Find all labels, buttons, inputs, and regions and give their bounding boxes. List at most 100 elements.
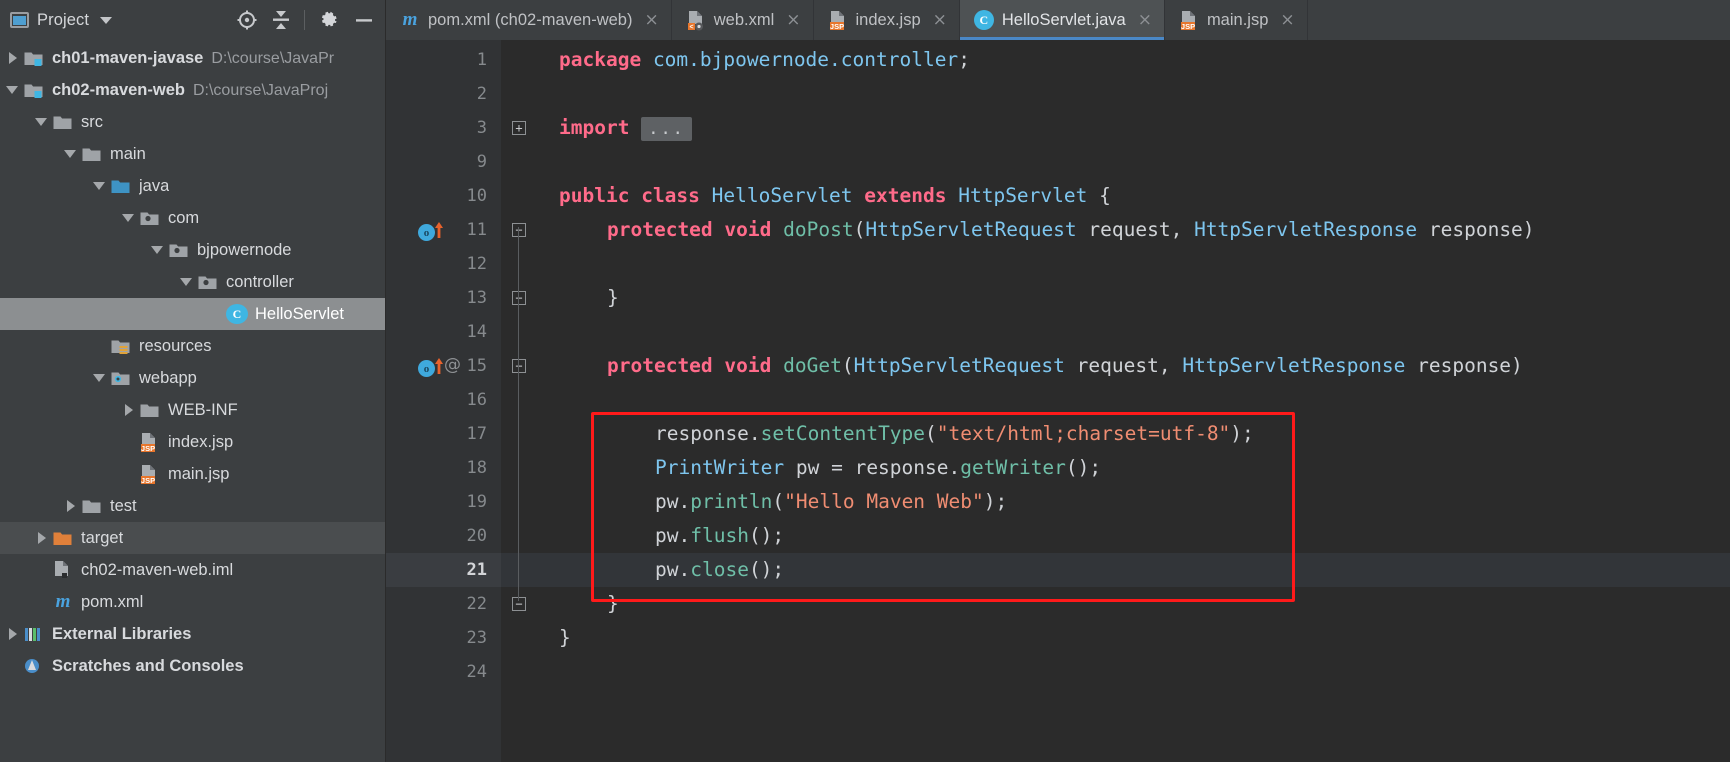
project-tree[interactable]: ch01-maven-javase D:\course\JavaPr ch02-ma… [0, 40, 386, 762]
fold-collapse-dopost-end-icon[interactable]: − [512, 291, 526, 305]
code-token: package [559, 48, 642, 71]
editor-code-area[interactable]: package com.bjpowernode.controller; impor… [537, 40, 1730, 762]
close-icon[interactable]: × [786, 11, 800, 29]
code-line[interactable]: pw.flush(); [537, 519, 1730, 553]
fold-collapse-doget-end-icon[interactable]: − [512, 597, 526, 611]
collapse-all-icon[interactable] [271, 9, 291, 31]
tree-item-web-inf[interactable]: WEB-INF [0, 394, 385, 426]
code-line[interactable]: } [537, 281, 1730, 315]
code-line[interactable]: } [537, 587, 1730, 621]
close-icon[interactable]: × [933, 11, 947, 29]
tree-item-label: java [139, 176, 170, 195]
chevron-open-icon[interactable] [64, 147, 78, 161]
locate-file-icon[interactable] [236, 9, 258, 31]
chevron-closed-icon[interactable] [6, 627, 20, 641]
fold-collapse-doget-icon[interactable]: − [512, 359, 526, 373]
code-line[interactable]: public class HelloServlet extends HttpSe… [537, 179, 1730, 213]
tree-item-test[interactable]: test [0, 490, 385, 522]
code-token: extends [864, 184, 947, 207]
chevron-open-icon[interactable] [35, 115, 49, 129]
tree-item-bjpowernode[interactable]: bjpowernode [0, 234, 385, 266]
line-number: 23 [466, 628, 487, 648]
tree-item-webapp[interactable]: webapp [0, 362, 385, 394]
project-panel-title-group[interactable]: Project [10, 11, 113, 30]
minimize-icon[interactable] [353, 9, 375, 31]
tree-item-pom-xml[interactable]: m pom.xml [0, 586, 385, 618]
tree-item-ch02-maven-web[interactable]: ch02-maven-web D:\course\JavaProj [0, 74, 385, 106]
scratches-icon [23, 656, 45, 676]
chevron-closed-icon[interactable] [6, 51, 20, 65]
libraries-icon [23, 624, 45, 644]
chevron-closed-icon[interactable] [64, 499, 78, 513]
tree-item-target[interactable]: target [0, 522, 385, 554]
tree-item-ch02-maven-web-iml[interactable]: ch02-maven-web.iml [0, 554, 385, 586]
code-line[interactable] [537, 77, 1730, 111]
chevron-open-icon[interactable] [180, 275, 194, 289]
close-icon[interactable]: × [1138, 11, 1152, 29]
chevron-open-icon[interactable] [151, 243, 165, 257]
editor-fold-column[interactable]: + − − − − [501, 40, 537, 762]
editor-tab-pom-xml[interactable]: m pom.xml (ch02-maven-web) × [386, 0, 672, 40]
chevron-closed-icon[interactable] [122, 403, 136, 417]
tree-item-external-libraries[interactable]: External Libraries [0, 618, 385, 650]
tree-item-label: target [81, 528, 124, 547]
editor-tab-main-jsp[interactable]: JSP main.jsp × [1165, 0, 1308, 40]
tree-item-resources[interactable]: resources [0, 330, 385, 362]
fold-expand-imports-icon[interactable]: + [512, 121, 526, 135]
tree-item-helloservlet[interactable]: C HelloServlet [0, 298, 385, 330]
tree-item-text: main [110, 145, 146, 164]
collapsed-imports-placeholder[interactable]: ... [641, 116, 692, 141]
editor-gutter[interactable]: 1 2 3 9 10 11 12 13 14 15 16 17 18 19 20 21 22 23 24 o o @ [386, 40, 501, 762]
code-line[interactable] [537, 247, 1730, 281]
chevron-open-icon[interactable] [6, 83, 20, 97]
tree-item-text: target [81, 529, 123, 548]
maven-file-icon: m [55, 591, 71, 612]
code-line[interactable] [537, 145, 1730, 179]
close-icon[interactable]: × [1280, 11, 1294, 29]
gear-icon[interactable] [318, 9, 340, 31]
chevron-open-icon[interactable] [93, 179, 107, 193]
code-line[interactable] [537, 315, 1730, 349]
code-line[interactable]: import ... [537, 111, 1730, 145]
code-line[interactable]: protected void doPost(HttpServletRequest… [537, 213, 1730, 247]
tree-item-text: controller [226, 273, 294, 292]
editor-tab-index-jsp[interactable]: JSP index.jsp × [814, 0, 960, 40]
tree-item-index-jsp[interactable]: JSP index.jsp [0, 426, 385, 458]
code-line[interactable]: pw.println("Hello Maven Web"); [537, 485, 1730, 519]
tree-item-scratches-and-consoles[interactable]: Scratches and Consoles [0, 650, 385, 682]
tree-item-controller[interactable]: controller [0, 266, 385, 298]
close-icon[interactable]: × [644, 11, 658, 29]
editor-tab-web-xml[interactable]: < web.xml × [672, 0, 814, 40]
tree-item-com[interactable]: com [0, 202, 385, 234]
code-editor[interactable]: 1 2 3 9 10 11 12 13 14 15 16 17 18 19 20 21 22 23 24 o o @ + −… [386, 40, 1730, 762]
code-line[interactable] [537, 655, 1730, 689]
code-token: PrintWriter [655, 456, 785, 479]
code-line[interactable]: package com.bjpowernode.controller; [537, 43, 1730, 77]
tree-item-text: com [168, 209, 199, 228]
editor-tab-helloservlet-java[interactable]: C HelloServlet.java × [959, 0, 1165, 40]
code-token: ( [925, 422, 937, 445]
chevron-open-icon[interactable] [93, 371, 107, 385]
code-line[interactable]: protected void doGet(HttpServletRequest … [537, 349, 1730, 383]
source-root-icon [110, 176, 132, 196]
code-line[interactable] [537, 383, 1730, 417]
code-line[interactable]: response.setContentType("text/html;chars… [537, 417, 1730, 451]
code-line[interactable]: } [537, 621, 1730, 655]
chevron-closed-icon[interactable] [35, 531, 49, 545]
tree-item-label: resources [139, 336, 212, 355]
code-line[interactable]: PrintWriter pw = response.getWriter(); [537, 451, 1730, 485]
tree-item-main[interactable]: main [0, 138, 385, 170]
tree-item-ch01-maven-javase[interactable]: ch01-maven-javase D:\course\JavaPr [0, 42, 385, 74]
chevron-open-icon[interactable] [122, 211, 136, 225]
fold-collapse-dopost-icon[interactable]: − [512, 223, 526, 237]
chevron-down-icon[interactable] [100, 16, 113, 24]
tree-item-text: ch02-maven-web D:\course\JavaProj [52, 81, 328, 100]
annotation-at-icon[interactable]: @ [444, 355, 461, 375]
tree-item-java[interactable]: java [0, 170, 385, 202]
override-method-icon[interactable]: o [418, 357, 444, 380]
code-line[interactable]: pw.close(); [537, 553, 1730, 587]
override-method-icon[interactable]: o [418, 221, 444, 244]
tree-item-main-jsp[interactable]: JSP main.jsp [0, 458, 385, 490]
folder-icon [52, 112, 74, 132]
tree-item-src[interactable]: src [0, 106, 385, 138]
